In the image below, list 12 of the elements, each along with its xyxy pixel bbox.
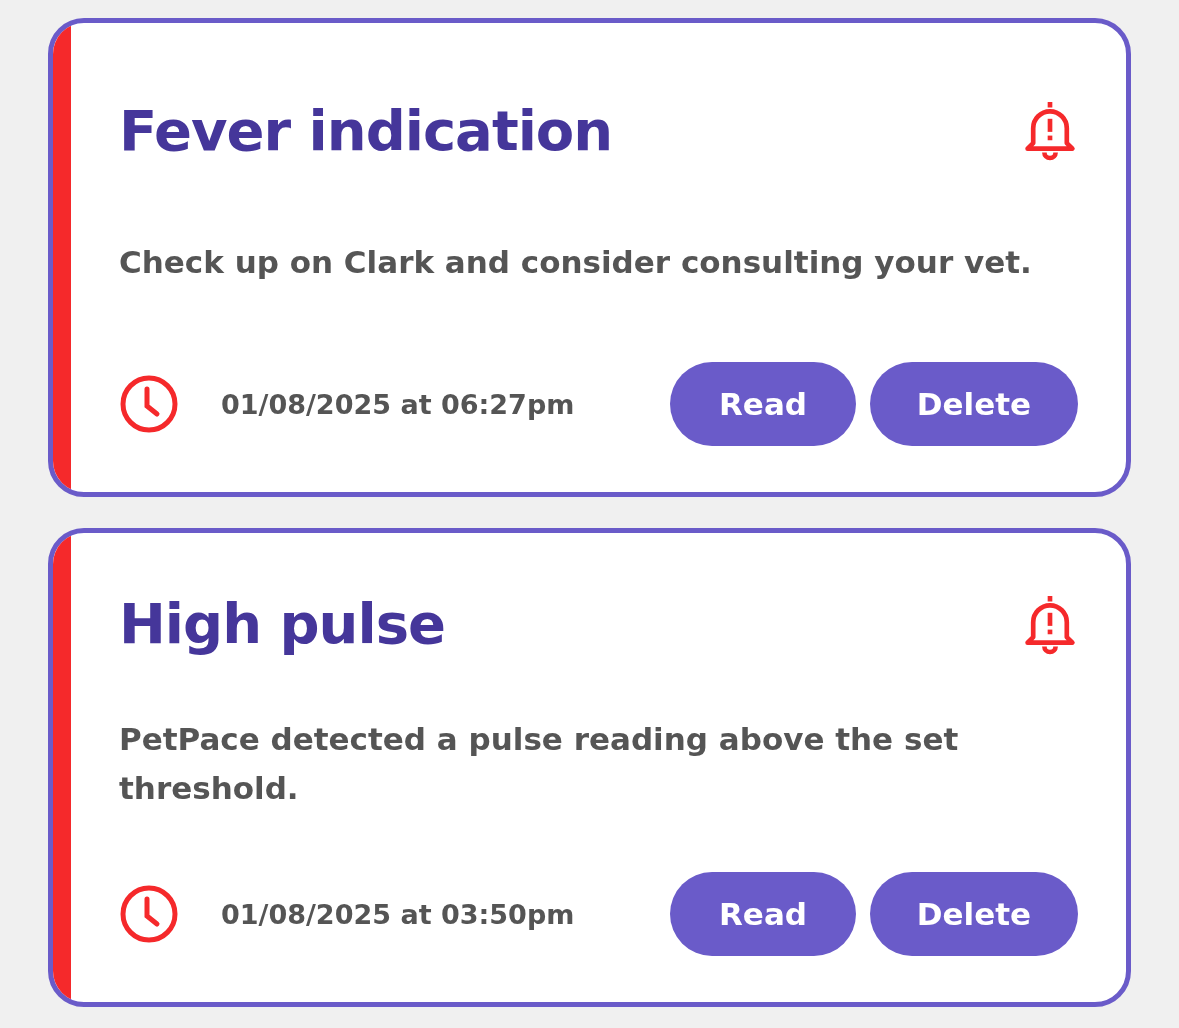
read-button[interactable]: Read (670, 362, 856, 446)
delete-button[interactable]: Delete (870, 362, 1078, 446)
notification-title: Fever indication (119, 97, 613, 163)
notification-time: 01/08/2025 at 03:50pm (221, 898, 575, 930)
delete-button[interactable]: Delete (870, 872, 1078, 956)
clock-icon (119, 884, 179, 944)
notification-time: 01/08/2025 at 06:27pm (221, 388, 575, 420)
notification-title: High pulse (119, 591, 445, 657)
notification-message: PetPace detected a pulse reading above the set threshold. (119, 719, 960, 809)
notification-message: Check up on Clark and consider consulting your vet. (119, 242, 1033, 282)
read-button[interactable]: Read (670, 872, 856, 956)
clock-icon (119, 374, 179, 434)
